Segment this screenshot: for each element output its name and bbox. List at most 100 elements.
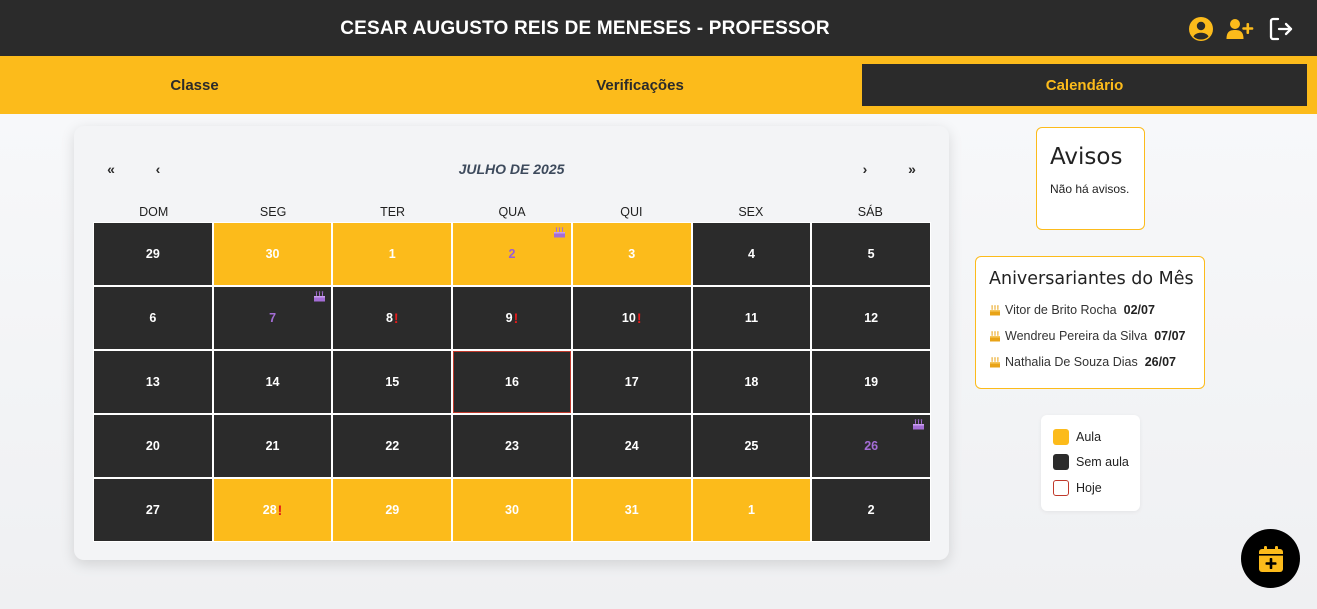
- calendar-day[interactable]: 11: [692, 287, 811, 349]
- day-number: 21: [265, 439, 280, 453]
- day-number: 23: [505, 439, 519, 453]
- tab-bar: Classe Verificações Calendário: [0, 56, 1317, 114]
- calendar-day[interactable]: 26: [812, 415, 930, 477]
- calendar-day[interactable]: 30: [453, 479, 571, 541]
- day-number: 17: [624, 375, 639, 389]
- day-number: 1: [388, 247, 396, 261]
- calendar-day[interactable]: 24: [572, 415, 691, 477]
- day-number: 7: [269, 311, 277, 325]
- calendar-legend: Aula Sem aula Hoje: [1041, 415, 1140, 511]
- weekday-label: TER: [380, 205, 406, 219]
- day-number: 5: [867, 247, 875, 261]
- calendar-day[interactable]: 2: [453, 223, 571, 285]
- calendar-day[interactable]: 14: [213, 351, 332, 413]
- legend-label: Hoje: [1076, 480, 1102, 495]
- calendar-day[interactable]: 5: [812, 223, 930, 285]
- calendar-day[interactable]: 19: [812, 351, 930, 413]
- birthday-date: 02/07: [1123, 302, 1155, 317]
- calendar-grid: 29 30 1 2 3 4 5 6 7 8! 9! 10! 11 12 13 14 15 16 17 18 19 20 21…: [93, 222, 931, 542]
- calendar-day[interactable]: 29: [94, 223, 212, 285]
- day-number: 19: [864, 375, 879, 389]
- birthday-item: Nathalia De Souza Dias 26/07: [989, 353, 1204, 370]
- birthday-cake-icon: [553, 226, 566, 241]
- birthday-item: Wendreu Pereira da Silva 07/07: [989, 327, 1204, 344]
- day-number: 2: [867, 503, 875, 517]
- calendar-day[interactable]: 12: [812, 287, 930, 349]
- calendar-day[interactable]: 13: [94, 351, 212, 413]
- legend-item-aula: Aula: [1053, 428, 1140, 445]
- calendar-day[interactable]: 22: [333, 415, 452, 477]
- day-number: 9: [505, 311, 513, 325]
- day-number: 29: [385, 503, 400, 517]
- calendar-day[interactable]: 31: [572, 479, 691, 541]
- calendar-day[interactable]: 15: [333, 351, 452, 413]
- calendar-day[interactable]: 25: [692, 415, 811, 477]
- birthday-name: Nathalia De Souza Dias: [1005, 354, 1138, 369]
- logout-button[interactable]: [1266, 14, 1296, 44]
- day-number: 25: [744, 439, 759, 453]
- cake-icon: [990, 304, 1000, 315]
- month-label: JULHO DE 2025: [458, 161, 565, 177]
- day-number: 29: [145, 247, 160, 261]
- tab-calendario[interactable]: Calendário: [862, 64, 1307, 106]
- weekday-label: SEG: [259, 205, 287, 219]
- calendar-day[interactable]: 29: [333, 479, 452, 541]
- calendar-day[interactable]: 10!: [572, 287, 691, 349]
- calendar-day[interactable]: 18: [692, 351, 811, 413]
- profile-button[interactable]: [1186, 14, 1216, 44]
- last-month-button[interactable]: »: [901, 158, 923, 180]
- calendar-day[interactable]: 1: [692, 479, 811, 541]
- birthday-date: 26/07: [1144, 354, 1176, 369]
- calendar-day[interactable]: 28!: [213, 479, 332, 541]
- day-number: 20: [145, 439, 160, 453]
- next-month-button[interactable]: ›: [854, 158, 876, 180]
- calendar-day[interactable]: 21: [213, 415, 332, 477]
- cake-icon: [990, 356, 1000, 367]
- birthday-name: Vitor de Brito Rocha: [1005, 302, 1117, 317]
- day-number: 15: [385, 375, 400, 389]
- add-event-button[interactable]: [1241, 529, 1300, 588]
- day-number: 13: [145, 375, 160, 389]
- legend-label: Aula: [1076, 429, 1102, 444]
- day-number: 4: [747, 247, 755, 261]
- notices-card: Avisos Não há avisos.: [1036, 127, 1145, 230]
- calendar-day[interactable]: 3: [572, 223, 691, 285]
- legend-swatch: [1053, 454, 1069, 470]
- calendar-day[interactable]: 2: [812, 479, 930, 541]
- weekday-label: QUI: [620, 205, 643, 219]
- calendar-day[interactable]: 20: [94, 415, 212, 477]
- legend-swatch: [1053, 428, 1069, 445]
- birthday-date: 07/07: [1154, 328, 1186, 343]
- calendar-day[interactable]: 6: [94, 287, 212, 349]
- user-circle-icon: [1189, 17, 1213, 41]
- legend-swatch: [1053, 479, 1069, 496]
- tab-classe[interactable]: Classe: [0, 56, 389, 114]
- birthdays-title: Aniversariantes do Mês: [989, 269, 1194, 289]
- birthday-name: Wendreu Pereira da Silva: [1005, 328, 1148, 343]
- weekday-label: SEX: [738, 205, 764, 219]
- calendar-day[interactable]: 23: [453, 415, 571, 477]
- calendar-day[interactable]: 7: [213, 287, 332, 349]
- alert-icon: !: [277, 502, 283, 518]
- legend-item-sem-aula: Sem aula: [1053, 454, 1140, 471]
- tab-verificacoes[interactable]: Verificações: [445, 56, 835, 114]
- calendar-day[interactable]: 30: [213, 223, 332, 285]
- birthdays-card: Aniversariantes do Mês Vitor de Brito Ro…: [975, 256, 1205, 389]
- add-user-button[interactable]: [1225, 14, 1255, 44]
- day-number: 22: [385, 439, 400, 453]
- calendar-day[interactable]: 8!: [333, 287, 452, 349]
- calendar-day[interactable]: 9!: [453, 287, 571, 349]
- day-number: 26: [864, 439, 879, 453]
- calendar-day[interactable]: 4: [692, 223, 811, 285]
- birthday-item: Vitor de Brito Rocha 02/07: [989, 301, 1204, 318]
- alert-icon: !: [393, 310, 399, 326]
- day-number: 18: [744, 375, 759, 389]
- weekday-label: QUA: [498, 205, 526, 219]
- calendar-day[interactable]: 27: [94, 479, 212, 541]
- day-number: 2: [508, 247, 516, 261]
- day-number: 30: [265, 247, 280, 261]
- calendar-day[interactable]: 1: [333, 223, 452, 285]
- day-number: 3: [628, 247, 636, 261]
- calendar-day[interactable]: 17: [572, 351, 691, 413]
- calendar-day-today[interactable]: 16: [453, 351, 571, 413]
